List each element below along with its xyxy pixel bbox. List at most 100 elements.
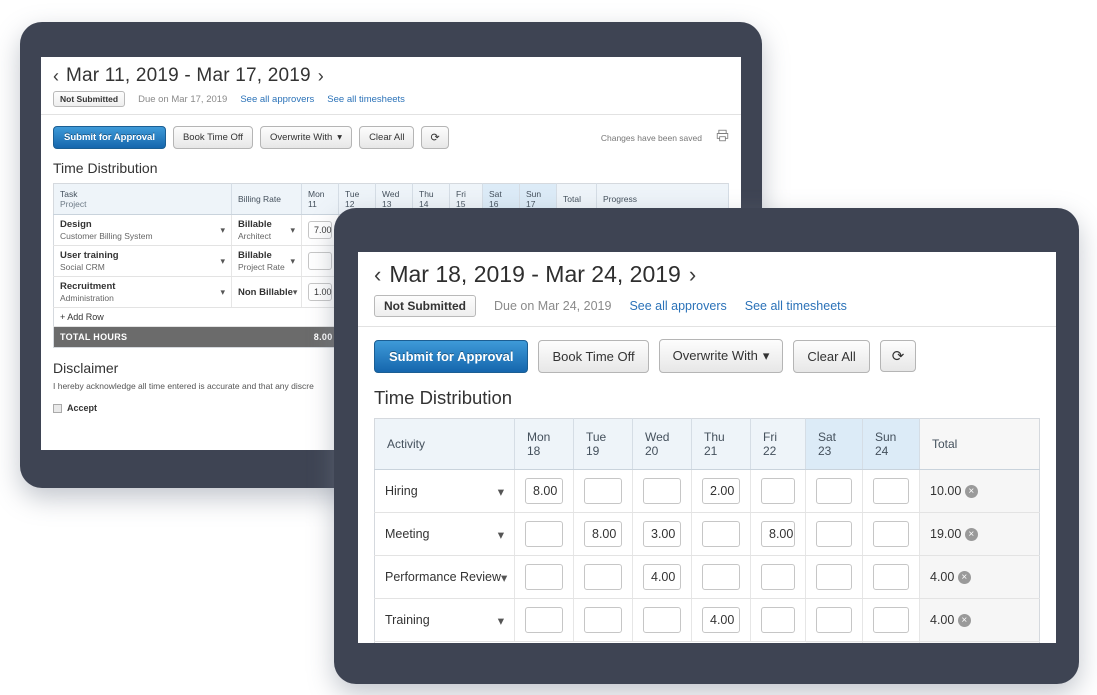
- front-see-all-timesheets-link[interactable]: See all timesheets: [745, 299, 847, 313]
- front-clear-all-button[interactable]: Clear All: [793, 339, 870, 373]
- front-row-2-day-2[interactable]: 4.00: [632, 555, 692, 599]
- back-row-2-task-cell[interactable]: Recruitment Administration ▾: [53, 276, 232, 308]
- front-row-3-day-2[interactable]: [632, 598, 692, 642]
- back-see-all-timesheets-link[interactable]: See all timesheets: [327, 94, 405, 105]
- chevron-down-icon[interactable]: ▾: [498, 613, 504, 628]
- chevron-down-icon[interactable]: ▾: [498, 484, 504, 499]
- front-row-0-input-6[interactable]: [873, 478, 909, 504]
- front-row-2-input-4[interactable]: [761, 564, 795, 590]
- back-row-0-task-cell[interactable]: Design Customer Billing System ▾: [53, 214, 232, 246]
- back-clear-all-button[interactable]: Clear All: [359, 126, 415, 149]
- front-row-1-input-3[interactable]: [702, 521, 740, 547]
- print-icon[interactable]: [716, 129, 729, 147]
- back-row-1-input-0[interactable]: [308, 252, 332, 270]
- chevron-down-icon[interactable]: ▾: [293, 287, 298, 298]
- front-row-3-day-5[interactable]: [805, 598, 863, 642]
- back-row-0-input-0[interactable]: 7.00: [308, 221, 332, 239]
- front-row-1-day-3[interactable]: [691, 512, 751, 556]
- front-row-1-day-2[interactable]: 3.00: [632, 512, 692, 556]
- front-row-0-input-0[interactable]: 8.00: [525, 478, 563, 504]
- back-overwrite-with-dropdown[interactable]: Overwrite With ▾: [259, 126, 353, 149]
- front-row-0-activity-cell[interactable]: Hiring ▾: [374, 469, 515, 513]
- prev-week-icon[interactable]: ‹: [374, 262, 381, 288]
- front-row-2-day-4[interactable]: [750, 555, 806, 599]
- front-row-2-day-1[interactable]: [573, 555, 633, 599]
- front-see-all-approvers-link[interactable]: See all approvers: [629, 299, 726, 313]
- front-row-2-day-0[interactable]: [514, 555, 574, 599]
- back-row-0-day-0[interactable]: 7.00: [301, 214, 339, 246]
- front-row-0-day-1[interactable]: [573, 469, 633, 513]
- front-row-2-activity-cell[interactable]: Performance Review ▾: [374, 555, 515, 599]
- front-row-1-day-6[interactable]: [862, 512, 920, 556]
- front-row-1-input-2[interactable]: 3.00: [643, 521, 681, 547]
- chevron-down-icon[interactable]: ▾: [220, 287, 225, 298]
- next-week-icon[interactable]: ›: [318, 66, 324, 87]
- back-see-all-approvers-link[interactable]: See all approvers: [240, 94, 314, 105]
- front-row-1-day-4[interactable]: 8.00: [750, 512, 806, 556]
- back-row-1-task-cell[interactable]: User training Social CRM ▾: [53, 245, 232, 277]
- front-row-0-input-4[interactable]: [761, 478, 795, 504]
- front-row-3-input-0[interactable]: [525, 607, 563, 633]
- back-submit-for-approval-button[interactable]: Submit for Approval: [53, 126, 166, 149]
- front-row-3-input-5[interactable]: [816, 607, 852, 633]
- front-row-2-day-3[interactable]: [691, 555, 751, 599]
- front-row-2-input-0[interactable]: [525, 564, 563, 590]
- delete-row-icon[interactable]: ×: [957, 571, 971, 585]
- front-row-0-input-1[interactable]: [584, 478, 622, 504]
- front-row-2-input-3[interactable]: [702, 564, 740, 590]
- back-row-2-rate-cell[interactable]: Non Billable ▾: [231, 276, 302, 308]
- front-submit-for-approval-button[interactable]: Submit for Approval: [374, 339, 529, 373]
- prev-week-icon[interactable]: ‹: [53, 66, 59, 87]
- front-row-3-day-6[interactable]: [862, 598, 920, 642]
- delete-row-icon[interactable]: ×: [964, 485, 978, 499]
- front-row-2-input-6[interactable]: [873, 564, 909, 590]
- front-add-row-button[interactable]: + Add Row: [374, 641, 806, 643]
- chevron-down-icon[interactable]: ▾: [501, 570, 507, 585]
- front-row-3-day-4[interactable]: [750, 598, 806, 642]
- front-row-1-input-4[interactable]: 8.00: [761, 521, 795, 547]
- front-row-3-day-3[interactable]: 4.00: [691, 598, 751, 642]
- front-row-2-input-1[interactable]: [584, 564, 622, 590]
- front-row-2-day-6[interactable]: [862, 555, 920, 599]
- back-refresh-icon[interactable]: ⟳: [421, 126, 449, 149]
- front-row-0-input-3[interactable]: 2.00: [702, 478, 740, 504]
- front-row-0-day-2[interactable]: [632, 469, 692, 513]
- front-row-1-activity-cell[interactable]: Meeting ▾: [374, 512, 515, 556]
- front-row-0-input-2[interactable]: [643, 478, 681, 504]
- front-row-0-day-3[interactable]: 2.00: [691, 469, 751, 513]
- front-row-3-day-1[interactable]: [573, 598, 633, 642]
- chevron-down-icon[interactable]: ▾: [498, 527, 504, 542]
- front-row-3-input-1[interactable]: [584, 607, 622, 633]
- back-row-2-input-0[interactable]: 1.00: [308, 283, 332, 301]
- back-row-1-rate-cell[interactable]: Billable Project Rate ▾: [231, 245, 302, 277]
- front-row-3-input-2[interactable]: [643, 607, 681, 633]
- chevron-down-icon[interactable]: ▾: [290, 225, 295, 236]
- front-row-3-input-3[interactable]: 4.00: [702, 607, 740, 633]
- chevron-down-icon[interactable]: ▾: [220, 256, 225, 267]
- chevron-down-icon[interactable]: ▾: [290, 256, 295, 267]
- front-row-1-input-1[interactable]: 8.00: [584, 521, 622, 547]
- front-row-0-input-5[interactable]: [816, 478, 852, 504]
- back-row-0-rate-cell[interactable]: Billable Architect ▾: [231, 214, 302, 246]
- chevron-down-icon[interactable]: ▾: [220, 225, 225, 236]
- front-row-0-day-6[interactable]: [862, 469, 920, 513]
- accept-checkbox[interactable]: [53, 403, 62, 413]
- front-row-0-day-4[interactable]: [750, 469, 806, 513]
- front-book-time-off-button[interactable]: Book Time Off: [538, 339, 649, 373]
- front-row-0-day-0[interactable]: 8.00: [514, 469, 574, 513]
- front-row-1-day-5[interactable]: [805, 512, 863, 556]
- back-book-time-off-button[interactable]: Book Time Off: [172, 126, 253, 149]
- front-row-2-day-5[interactable]: [805, 555, 863, 599]
- front-row-3-input-6[interactable]: [873, 607, 909, 633]
- front-row-1-day-0[interactable]: [514, 512, 574, 556]
- front-overwrite-with-dropdown[interactable]: Overwrite With ▾: [658, 339, 784, 373]
- back-row-2-day-0[interactable]: 1.00: [301, 276, 339, 308]
- delete-row-icon[interactable]: ×: [964, 528, 978, 542]
- front-row-3-activity-cell[interactable]: Training ▾: [374, 598, 515, 642]
- front-row-2-input-2[interactable]: 4.00: [643, 564, 681, 590]
- front-row-3-input-4[interactable]: [761, 607, 795, 633]
- front-row-3-day-0[interactable]: [514, 598, 574, 642]
- front-row-1-input-0[interactable]: [525, 521, 563, 547]
- back-row-1-day-0[interactable]: [301, 245, 339, 277]
- front-row-1-input-6[interactable]: [873, 521, 909, 547]
